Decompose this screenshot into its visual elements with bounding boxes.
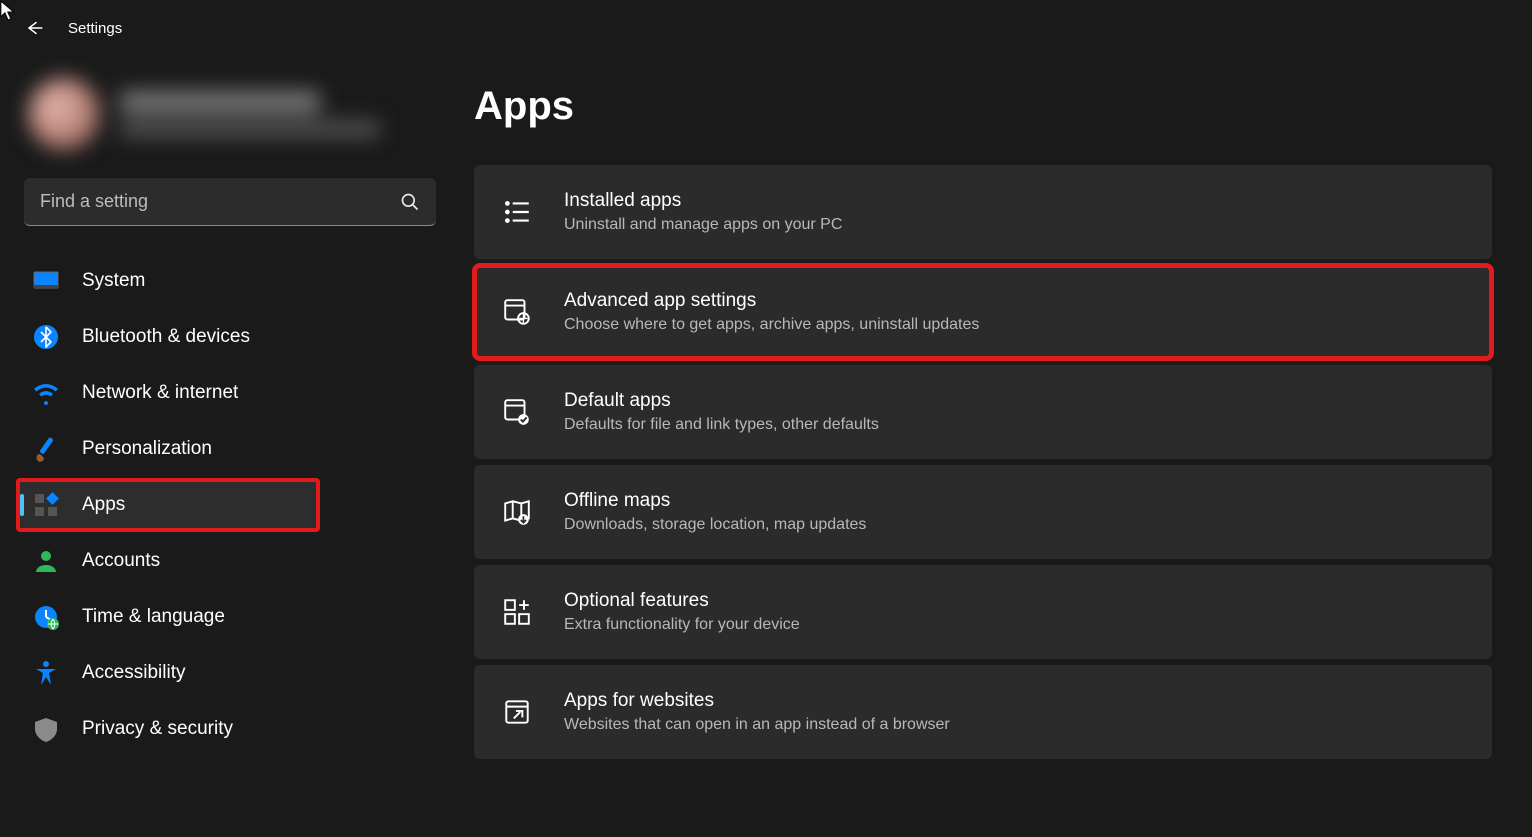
profile-name [120, 91, 320, 113]
sidebar: System Bluetooth & devices Network & int… [0, 56, 460, 837]
card-title: Offline maps [564, 490, 866, 512]
app-gear-icon [502, 297, 532, 327]
card-desc: Extra functionality for your device [564, 616, 800, 634]
card-desc: Downloads, storage location, map updates [564, 516, 866, 534]
card-desc: Uninstall and manage apps on your PC [564, 216, 842, 234]
sidebar-item-apps[interactable]: Apps [18, 480, 318, 530]
sidebar-nav: System Bluetooth & devices Network & int… [18, 256, 442, 754]
sidebar-item-label: Time & language [82, 606, 225, 628]
app-link-icon [502, 697, 532, 727]
sidebar-item-accessibility[interactable]: Accessibility [18, 648, 442, 698]
card-desc: Defaults for file and link types, other … [564, 416, 879, 434]
app-title: Settings [68, 20, 122, 37]
user-profile[interactable] [18, 70, 442, 178]
person-icon [32, 547, 60, 575]
map-download-icon [502, 497, 532, 527]
sidebar-item-label: Accessibility [82, 662, 185, 684]
search-input[interactable] [24, 178, 436, 226]
card-desc: Websites that can open in an app instead… [564, 716, 950, 734]
settings-card-list: Installed apps Uninstall and manage apps… [474, 165, 1492, 759]
titlebar: Settings [0, 0, 1532, 56]
card-title: Apps for websites [564, 690, 950, 712]
sidebar-item-label: Personalization [82, 438, 212, 460]
system-icon [32, 267, 60, 295]
sidebar-item-label: Accounts [82, 550, 160, 572]
sidebar-item-privacy[interactable]: Privacy & security [18, 704, 442, 754]
search-icon [400, 192, 420, 212]
card-title: Installed apps [564, 190, 842, 212]
card-offline-maps[interactable]: Offline maps Downloads, storage location… [474, 465, 1492, 559]
wifi-icon [32, 379, 60, 407]
card-default-apps[interactable]: Default apps Defaults for file and link … [474, 365, 1492, 459]
apps-icon [32, 491, 60, 519]
main-content: Apps Installed apps Uninstall and manage… [460, 56, 1532, 837]
sidebar-item-personalization[interactable]: Personalization [18, 424, 442, 474]
clock-globe-icon [32, 603, 60, 631]
sidebar-item-label: Apps [82, 494, 125, 516]
card-title: Advanced app settings [564, 290, 979, 312]
card-installed-apps[interactable]: Installed apps Uninstall and manage apps… [474, 165, 1492, 259]
card-apps-for-websites[interactable]: Apps for websites Websites that can open… [474, 665, 1492, 759]
grid-plus-icon [502, 597, 532, 627]
app-check-icon [502, 397, 532, 427]
card-optional-features[interactable]: Optional features Extra functionality fo… [474, 565, 1492, 659]
list-icon [502, 197, 532, 227]
card-title: Optional features [564, 590, 800, 612]
sidebar-item-time[interactable]: Time & language [18, 592, 442, 642]
page-title: Apps [474, 84, 1492, 129]
avatar [28, 78, 100, 150]
paintbrush-icon [32, 435, 60, 463]
sidebar-item-network[interactable]: Network & internet [18, 368, 442, 418]
shield-icon [32, 715, 60, 743]
sidebar-item-accounts[interactable]: Accounts [18, 536, 442, 586]
sidebar-item-bluetooth[interactable]: Bluetooth & devices [18, 312, 442, 362]
sidebar-item-label: System [82, 270, 145, 292]
accessibility-icon [32, 659, 60, 687]
bluetooth-icon [32, 323, 60, 351]
card-desc: Choose where to get apps, archive apps, … [564, 316, 979, 334]
profile-email [120, 121, 380, 137]
sidebar-item-label: Bluetooth & devices [82, 326, 250, 348]
card-title: Default apps [564, 390, 879, 412]
sidebar-item-label: Network & internet [82, 382, 238, 404]
card-advanced-app-settings[interactable]: Advanced app settings Choose where to ge… [474, 265, 1492, 359]
back-button[interactable] [24, 18, 44, 38]
sidebar-item-system[interactable]: System [18, 256, 442, 306]
sidebar-item-label: Privacy & security [82, 718, 233, 740]
